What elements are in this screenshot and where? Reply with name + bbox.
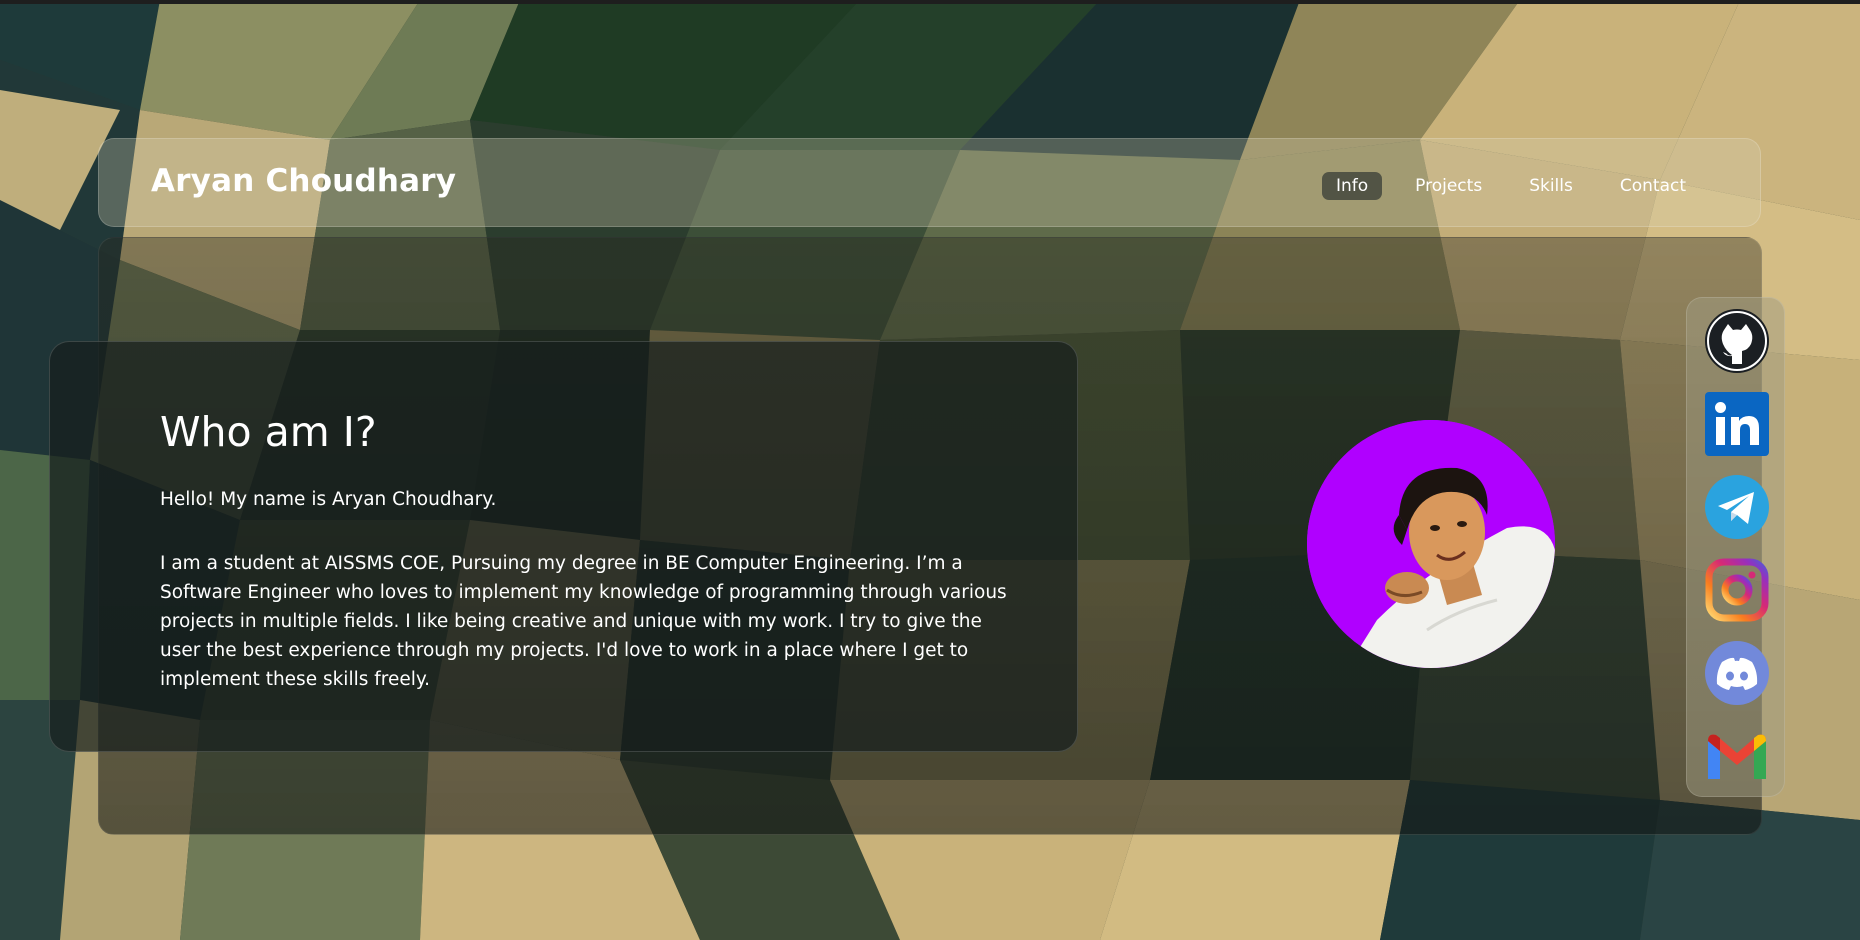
telegram-icon — [1705, 475, 1769, 539]
about-card: Who am I? Hello! My name is Aryan Choudh… — [49, 341, 1078, 752]
about-intro: Hello! My name is Aryan Choudhary. — [160, 489, 497, 510]
linkedin-icon — [1705, 392, 1769, 456]
discord-link[interactable] — [1704, 640, 1770, 706]
discord-icon — [1705, 641, 1769, 705]
top-border — [0, 0, 1860, 4]
brand-name[interactable]: Aryan Choudhary — [151, 163, 456, 199]
about-body: I am a student at AISSMS COE, Pursuing m… — [160, 553, 1007, 690]
social-links-bar — [1686, 297, 1785, 797]
gmail-link[interactable] — [1704, 723, 1770, 789]
github-link[interactable] — [1704, 308, 1770, 374]
nav-link-contact[interactable]: Contact — [1606, 172, 1700, 200]
profile-photo — [1307, 420, 1555, 668]
about-title: Who am I? — [160, 408, 377, 456]
telegram-link[interactable] — [1704, 474, 1770, 540]
nav-links: Info Projects Skills Contact — [1303, 172, 1700, 200]
navbar: Aryan Choudhary Info Projects Skills Con… — [98, 138, 1761, 227]
nav-link-info[interactable]: Info — [1321, 172, 1383, 200]
gmail-icon — [1708, 734, 1766, 779]
nav-link-skills[interactable]: Skills — [1515, 172, 1587, 200]
nav-link-projects[interactable]: Projects — [1401, 172, 1496, 200]
github-icon — [1705, 309, 1769, 373]
instagram-icon — [1705, 558, 1769, 622]
linkedin-link[interactable] — [1704, 391, 1770, 457]
instagram-link[interactable] — [1704, 557, 1770, 623]
